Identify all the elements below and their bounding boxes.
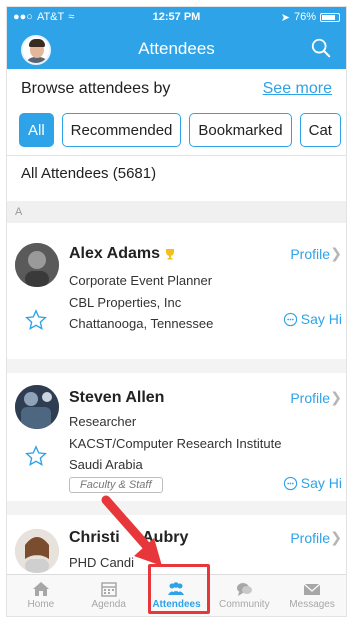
attendee-photo bbox=[15, 243, 59, 287]
filter-chips: All Recommended Bookmarked Cat bbox=[19, 113, 346, 147]
nav-bar: Attendees bbox=[7, 29, 346, 69]
tab-community[interactable]: Community bbox=[210, 575, 278, 616]
attendee-location: Chattanooga, Tennessee bbox=[69, 316, 214, 331]
chat-bubble-icon bbox=[283, 476, 297, 490]
attendee-company: KACST/Computer Research Institute bbox=[69, 436, 282, 451]
chevron-right-icon: ❯ bbox=[330, 389, 342, 405]
chevron-right-icon: ❯ bbox=[330, 245, 342, 261]
attendee-title: Corporate Event Planner bbox=[69, 273, 213, 288]
section-header: A bbox=[7, 201, 346, 223]
trophy-icon bbox=[166, 248, 175, 260]
phone-screen: ●●○ AT&T ≈ 12:57 PM ➤ 76% Attendees Brow… bbox=[6, 6, 347, 617]
filter-bookmarked[interactable]: Bookmarked bbox=[189, 113, 292, 147]
tab-messages[interactable]: Messages bbox=[278, 575, 346, 616]
say-hi-button[interactable]: Say Hi bbox=[283, 311, 342, 327]
filter-recommended[interactable]: Recommended bbox=[61, 113, 182, 147]
filter-category[interactable]: Cat bbox=[299, 113, 341, 147]
attendee-card[interactable]: Steven Allen Researcher KACST/Computer R… bbox=[7, 373, 346, 501]
profile-link[interactable]: Profile bbox=[290, 246, 330, 262]
attendee-photo bbox=[15, 529, 59, 573]
annotation-highlight-box bbox=[148, 564, 210, 614]
search-icon[interactable] bbox=[310, 37, 334, 61]
attendee-photo bbox=[15, 385, 59, 429]
card-spacer bbox=[7, 359, 346, 373]
see-more-link[interactable]: See more bbox=[263, 80, 332, 98]
chat-bubble-icon bbox=[283, 312, 297, 326]
profile-link[interactable]: Profile bbox=[290, 390, 330, 406]
attendee-location: Saudi Arabia bbox=[69, 457, 143, 472]
say-hi-button[interactable]: Say Hi bbox=[283, 475, 342, 491]
calendar-icon bbox=[100, 582, 117, 597]
annotation-arrow bbox=[101, 495, 162, 566]
attendee-type-badge: Faculty & Staff bbox=[69, 477, 163, 493]
filter-all[interactable]: All bbox=[19, 113, 54, 147]
attendee-count: All Attendees (5681) bbox=[21, 165, 157, 182]
browse-label: Browse attendees by bbox=[21, 80, 171, 97]
browse-row: Browse attendees by See more bbox=[7, 69, 346, 109]
app-header: ●●○ AT&T ≈ 12:57 PM ➤ 76% Attendees bbox=[7, 7, 346, 69]
home-icon bbox=[32, 582, 49, 596]
battery-icon bbox=[320, 12, 340, 22]
attendee-card[interactable]: Alex Adams Corporate Event Planner CBL P… bbox=[7, 223, 346, 359]
attendee-name: Steven Allen bbox=[69, 389, 165, 406]
clock: 12:57 PM bbox=[152, 11, 201, 23]
attendee-company: CBL Properties, Inc bbox=[69, 295, 182, 310]
tab-home[interactable]: Home bbox=[7, 575, 75, 616]
user-avatar[interactable] bbox=[21, 35, 51, 65]
chevron-right-icon: ❯ bbox=[330, 529, 342, 545]
attendee-name: Alex Adams bbox=[69, 245, 176, 263]
divider bbox=[7, 155, 346, 156]
attendee-title: Researcher bbox=[69, 414, 137, 429]
profile-link[interactable]: Profile bbox=[290, 530, 330, 546]
page-title: Attendees bbox=[138, 39, 215, 58]
chat-icon bbox=[237, 583, 253, 596]
bookmark-star-icon[interactable] bbox=[25, 445, 47, 467]
card-spacer bbox=[7, 501, 346, 515]
envelope-icon bbox=[303, 583, 321, 595]
tab-agenda[interactable]: Agenda bbox=[75, 575, 143, 616]
bookmark-star-icon[interactable] bbox=[25, 309, 47, 331]
status-bar: ●●○ AT&T ≈ 12:57 PM ➤ 76% bbox=[7, 7, 346, 27]
